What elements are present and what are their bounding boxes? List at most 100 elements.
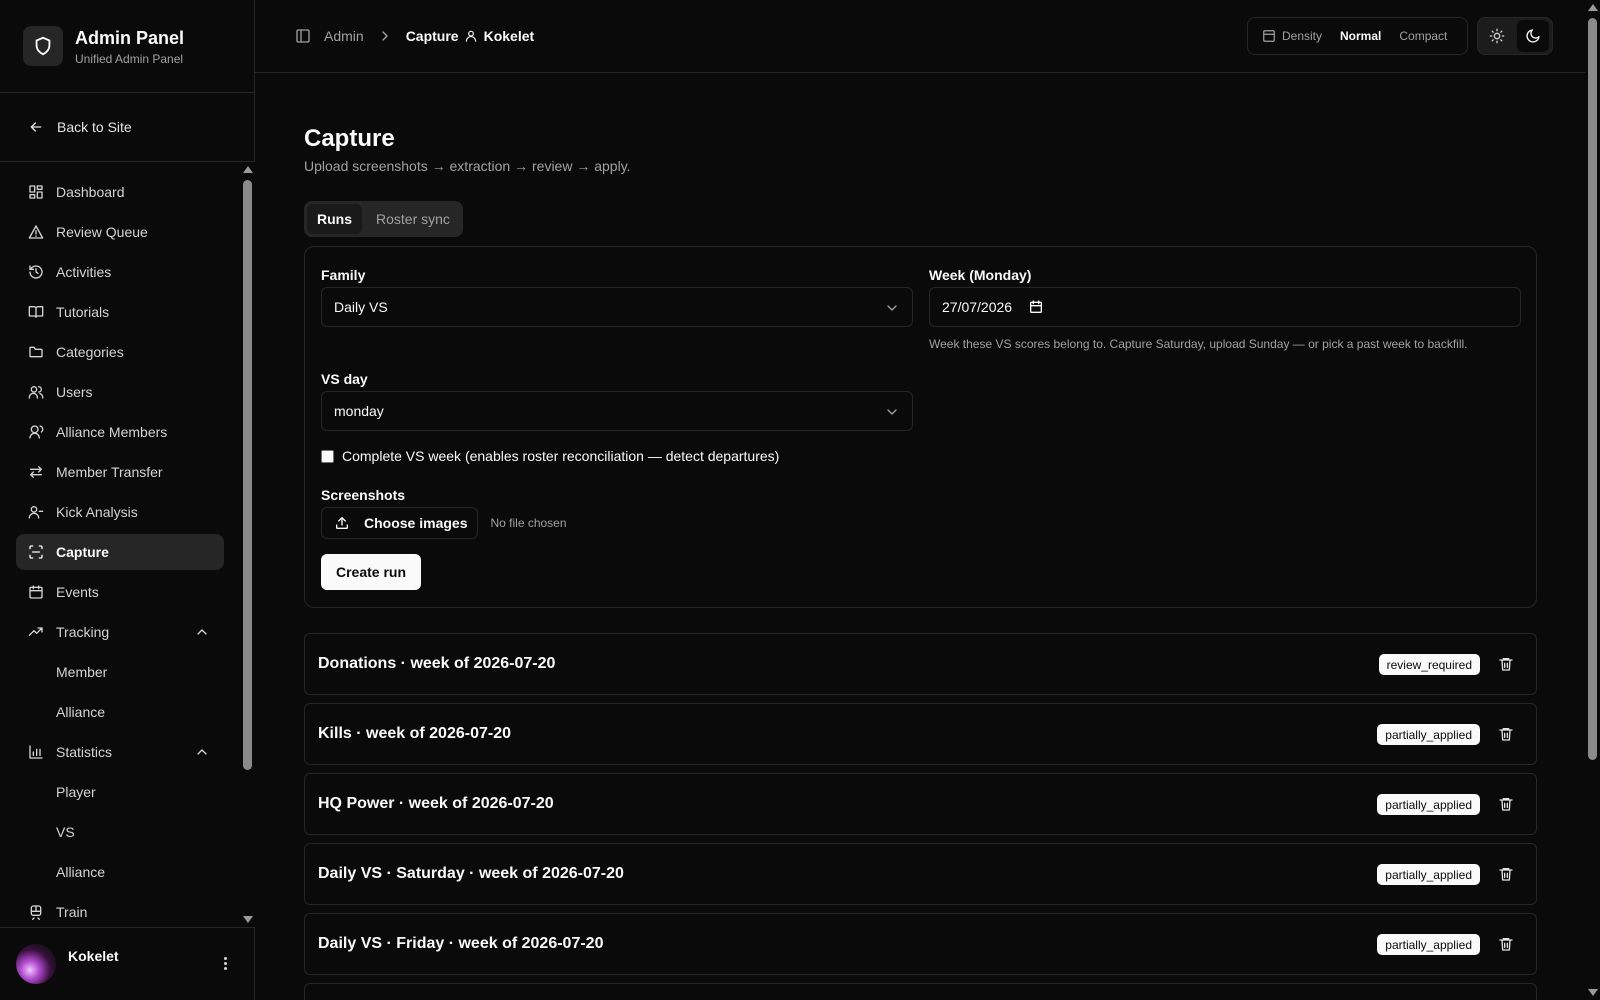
run-title: Kills · week of 2026-07-20 xyxy=(318,725,511,742)
moon-icon xyxy=(1525,28,1541,44)
run-item[interactable]: Daily VS · Saturday · week of 2026-07-20… xyxy=(304,843,1537,905)
shield-icon xyxy=(23,26,63,66)
chevron-up-icon[interactable] xyxy=(194,624,210,640)
train-icon xyxy=(28,904,44,920)
sidebar-item-activities[interactable]: Activities xyxy=(16,254,224,290)
scroll-down-arrow[interactable] xyxy=(1588,989,1598,996)
sidebar-scrollbar[interactable] xyxy=(240,162,255,927)
dark-theme-button[interactable] xyxy=(1517,20,1549,52)
light-theme-button[interactable] xyxy=(1481,20,1513,52)
sidebar-item-label: Train xyxy=(56,904,88,920)
scroll-thumb[interactable] xyxy=(1588,18,1597,760)
trash-icon[interactable] xyxy=(1498,726,1514,742)
tab-runs[interactable]: Runs xyxy=(307,204,362,234)
family-label: Family xyxy=(321,267,366,283)
status-badge: partially_applied xyxy=(1377,934,1480,955)
sidebar-subitem-statistics-vs[interactable]: VS xyxy=(16,814,224,850)
family-select[interactable]: Daily VS xyxy=(321,287,913,327)
tab-list: Runs Roster sync xyxy=(304,201,463,237)
sidebar-item-capture[interactable]: Capture xyxy=(16,534,224,570)
runs-list: Donations · week of 2026-07-20 review_re… xyxy=(304,633,1537,1000)
sidebar-nav: Dashboard Review Queue Activities Tutori… xyxy=(0,162,255,927)
sidebar-item-member-transfer[interactable]: Member Transfer xyxy=(16,454,224,490)
calendar-icon[interactable] xyxy=(1028,299,1044,315)
sidebar-item-statistics[interactable]: Statistics xyxy=(16,734,224,770)
week-help-text: Week these VS scores belong to. Capture … xyxy=(929,337,1468,351)
vsday-select[interactable]: monday xyxy=(321,391,913,431)
breadcrumb-user[interactable]: Kokelet xyxy=(464,28,535,44)
sidebar-item-label: Review Queue xyxy=(56,224,148,240)
book-icon xyxy=(28,304,44,320)
page-scrollbar[interactable] xyxy=(1585,0,1600,1000)
run-item[interactable]: Donations · week of 2026-07-20 review_re… xyxy=(304,633,1537,695)
brand[interactable]: Admin Panel Unified Admin Panel xyxy=(0,0,254,93)
back-to-site-link[interactable]: Back to Site xyxy=(0,93,254,162)
vsday-value: monday xyxy=(334,403,384,419)
run-item[interactable]: Kills · week of 2026-07-20 partially_app… xyxy=(304,703,1537,765)
create-run-button[interactable]: Create run xyxy=(321,554,422,590)
top-header: Admin Capture Kokelet Density Normal Com… xyxy=(255,0,1585,73)
sidebar-item-label: Kick Analysis xyxy=(56,504,138,520)
choose-images-button[interactable]: Choose images xyxy=(321,507,479,539)
sidebar-item-train[interactable]: Train xyxy=(16,894,224,927)
density-label-text: Density xyxy=(1282,29,1323,43)
more-vertical-icon[interactable] xyxy=(224,957,227,970)
week-date-input[interactable]: 27/07/2026 xyxy=(929,287,1521,327)
trash-icon[interactable] xyxy=(1498,656,1514,672)
sidebar-item-events[interactable]: Events xyxy=(16,574,224,610)
sidebar-item-categories[interactable]: Categories xyxy=(16,334,224,370)
user-name: Kokelet xyxy=(68,948,119,964)
scroll-down-arrow[interactable] xyxy=(243,916,253,923)
warning-triangle-icon xyxy=(28,224,44,240)
trash-icon[interactable] xyxy=(1498,936,1514,952)
run-item[interactable] xyxy=(304,983,1537,1000)
transfer-icon xyxy=(28,464,44,480)
status-badge: partially_applied xyxy=(1377,864,1480,885)
tab-roster-sync[interactable]: Roster sync xyxy=(366,204,460,234)
run-title: Daily VS · Friday · week of 2026-07-20 xyxy=(318,935,604,952)
bar-chart-icon xyxy=(28,744,44,760)
sidebar-item-tutorials[interactable]: Tutorials xyxy=(16,294,224,330)
scroll-up-arrow[interactable] xyxy=(1588,4,1598,11)
breadcrumb-admin[interactable]: Admin xyxy=(324,28,364,44)
complete-week-label[interactable]: Complete VS week (enables roster reconci… xyxy=(342,448,779,464)
density-compact-button[interactable]: Compact xyxy=(1399,29,1447,43)
sidebar-subitem-tracking-member[interactable]: Member xyxy=(16,654,224,690)
chevron-right-icon xyxy=(377,28,393,44)
trash-icon[interactable] xyxy=(1498,866,1514,882)
sidebar-item-kick-analysis[interactable]: Kick Analysis xyxy=(16,494,224,530)
file-status: No file chosen xyxy=(490,516,567,530)
sidebar-item-label: Tutorials xyxy=(56,304,110,320)
sidebar-item-users[interactable]: Users xyxy=(16,374,224,410)
density-normal-button[interactable]: Normal xyxy=(1340,29,1381,43)
complete-week-checkbox[interactable] xyxy=(321,449,334,463)
week-field: Week (Monday) 27/07/2026 Week these VS s… xyxy=(929,267,1521,351)
sidebar: Admin Panel Unified Admin Panel Back to … xyxy=(0,0,255,1000)
sun-icon xyxy=(1489,28,1505,44)
breadcrumb-user-label: Kokelet xyxy=(483,28,535,44)
user-remove-icon xyxy=(28,504,44,520)
user-profile[interactable]: Kokelet xyxy=(0,927,255,1000)
sidebar-item-alliance-members[interactable]: Alliance Members xyxy=(16,414,224,450)
sidebar-item-review-queue[interactable]: Review Queue xyxy=(16,214,224,250)
sidebar-item-label: Dashboard xyxy=(56,184,125,200)
sidebar-subitem-statistics-player[interactable]: Player xyxy=(16,774,224,810)
sidebar-item-label: Tracking xyxy=(56,624,110,640)
sidebar-item-dashboard[interactable]: Dashboard xyxy=(16,174,224,210)
scroll-thumb[interactable] xyxy=(243,180,252,770)
upload-icon xyxy=(334,515,350,531)
run-item[interactable]: Daily VS · Friday · week of 2026-07-20 p… xyxy=(304,913,1537,975)
family-field: Family Daily VS xyxy=(321,267,913,327)
main-content: Capture Upload screenshots → extraction … xyxy=(304,73,1537,1000)
screenshots-field: Screenshots Choose images No file chosen xyxy=(321,487,567,539)
chevron-up-icon[interactable] xyxy=(194,744,210,760)
trash-icon[interactable] xyxy=(1498,796,1514,812)
run-item[interactable]: HQ Power · week of 2026-07-20 partially_… xyxy=(304,773,1537,835)
sidebar-item-label: Events xyxy=(56,584,99,600)
sidebar-subitem-tracking-alliance[interactable]: Alliance xyxy=(16,694,224,730)
scroll-up-arrow[interactable] xyxy=(243,166,253,173)
brand-subtitle: Unified Admin Panel xyxy=(75,51,184,66)
sidebar-subitem-statistics-alliance[interactable]: Alliance xyxy=(16,854,224,890)
sidebar-toggle-icon[interactable] xyxy=(295,28,311,44)
sidebar-item-tracking[interactable]: Tracking xyxy=(16,614,224,650)
